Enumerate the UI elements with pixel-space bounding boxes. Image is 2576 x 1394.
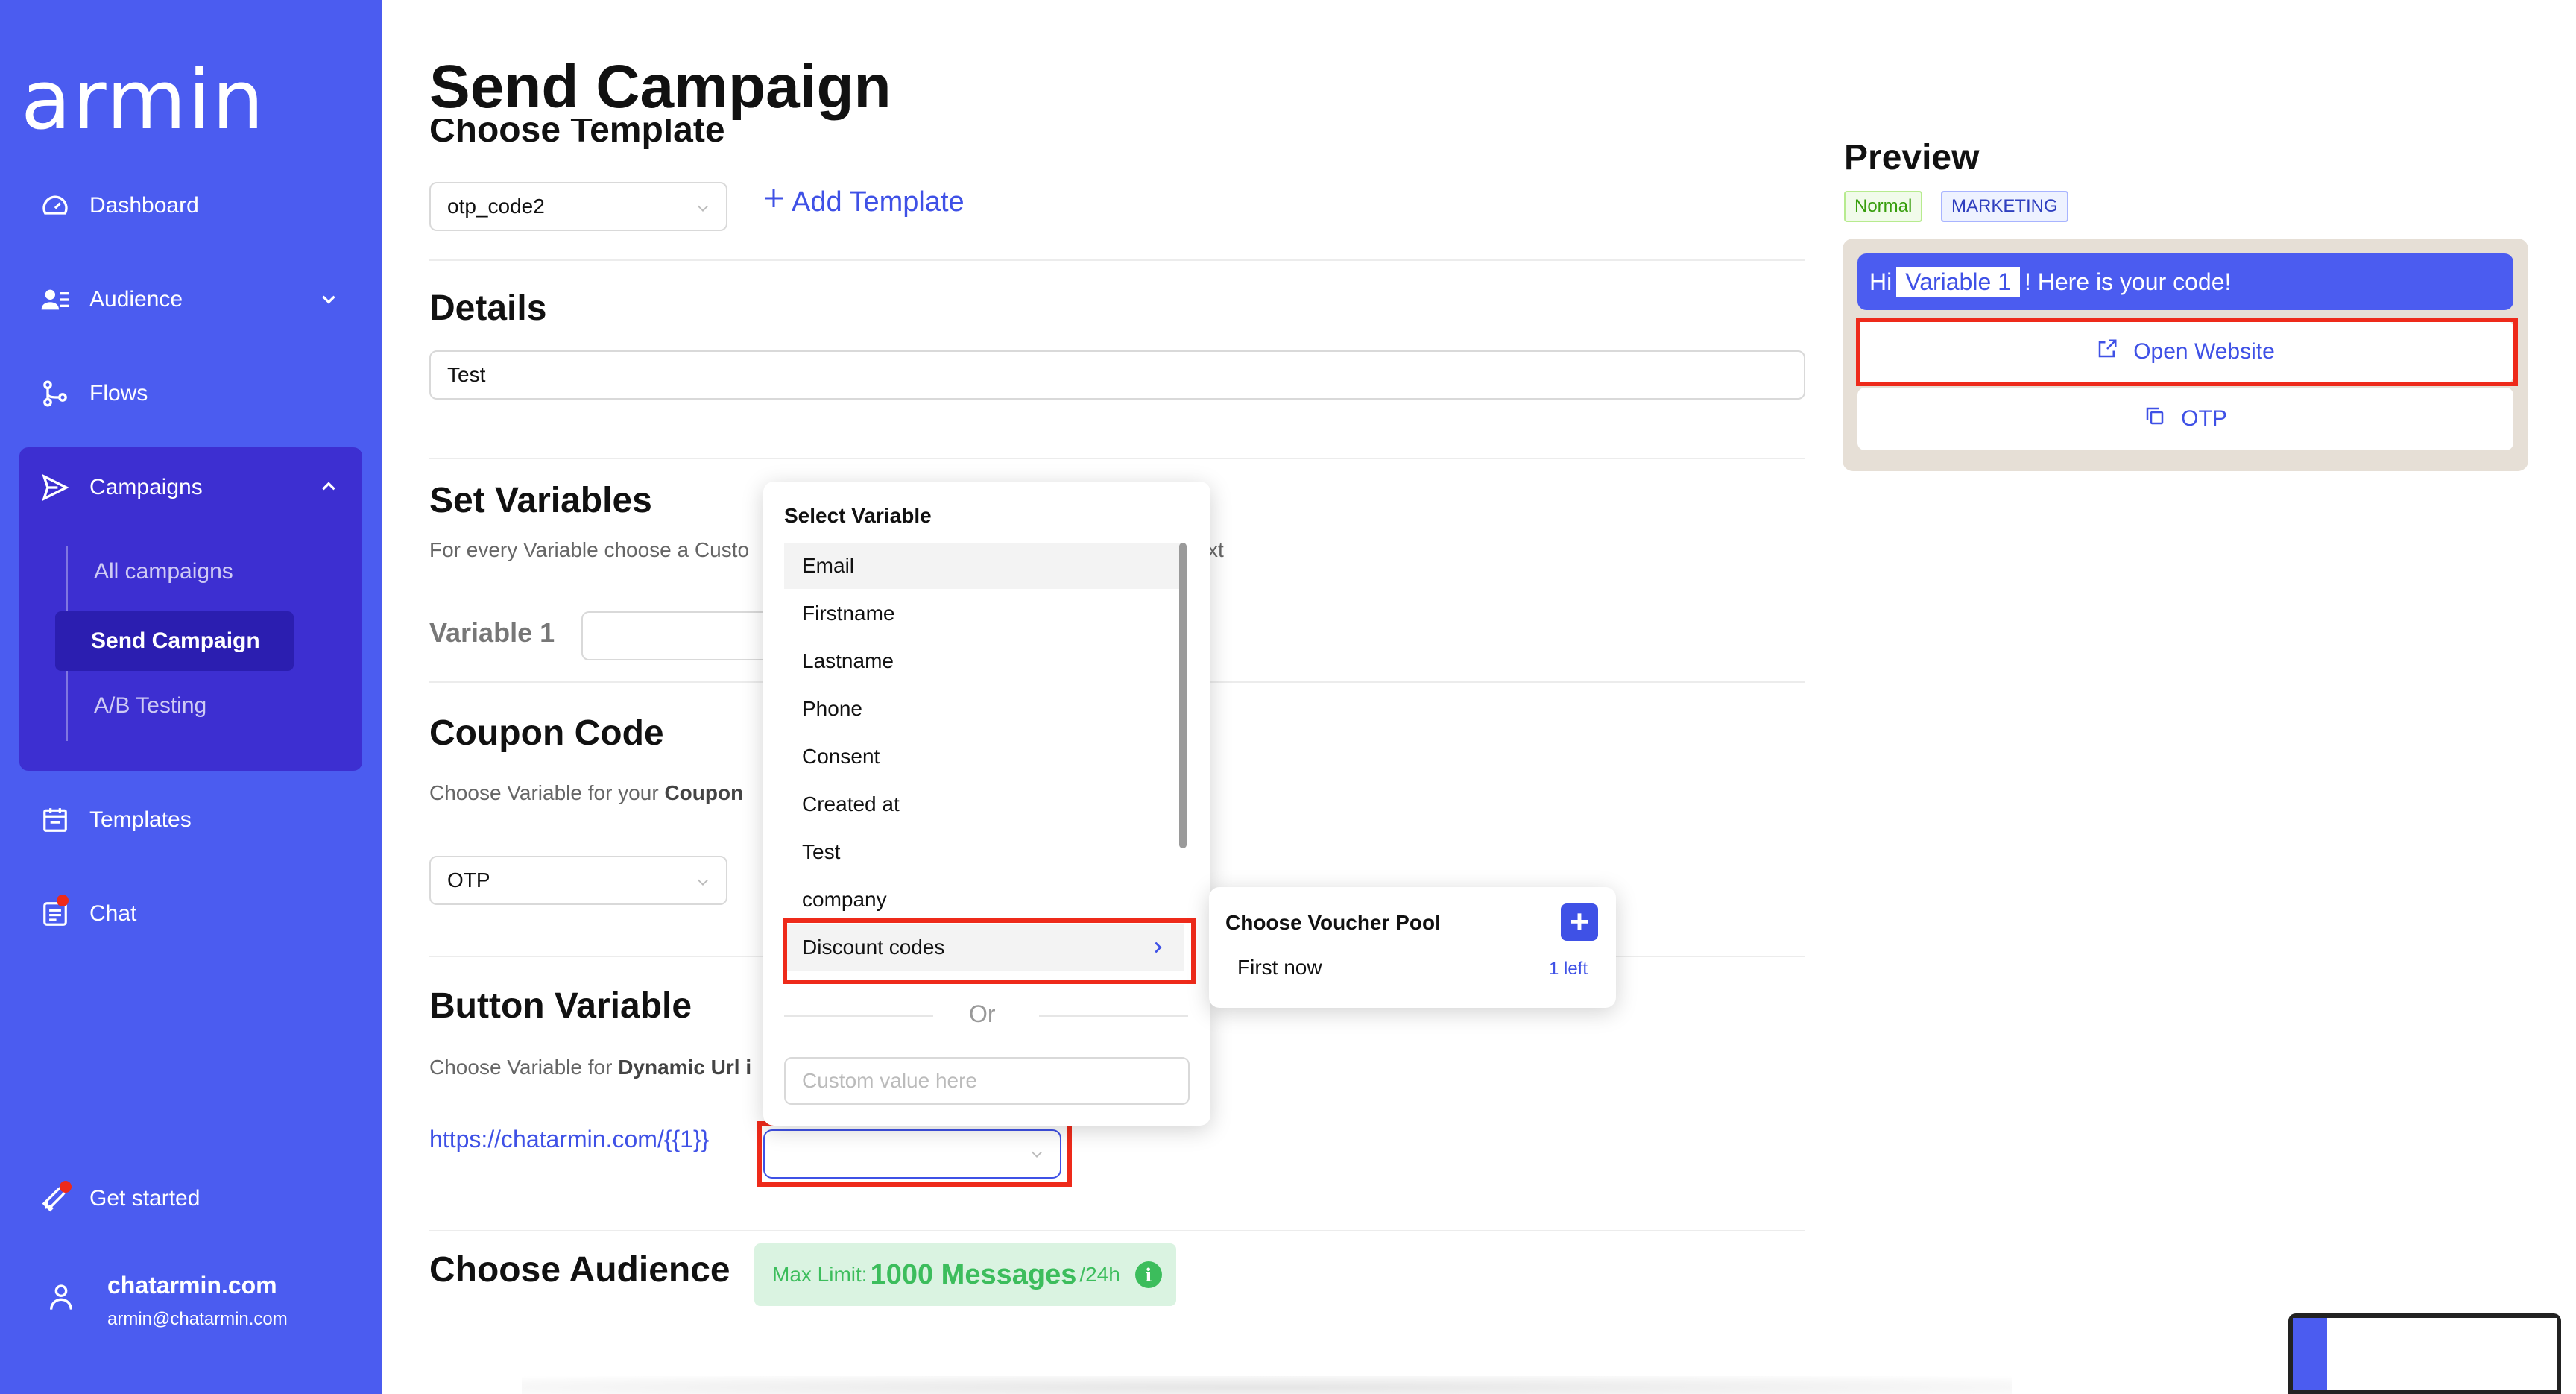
send-icon — [21, 452, 89, 523]
max-limit-badge: Max Limit: 1000 Messages /24h i — [754, 1243, 1176, 1306]
dropdown-scrollbar[interactable] — [1179, 543, 1187, 848]
sidebar-item-label: Dashboard — [89, 193, 199, 218]
section-button-variable: Button Variable — [429, 986, 692, 1026]
template-select-value: otp_code2 — [447, 195, 545, 218]
add-template-button[interactable]: Add Template — [760, 185, 965, 219]
select-variable-dropdown: Select Variable Email Firstname Lastname… — [763, 482, 1210, 1126]
section-coupon-code: Coupon Code — [429, 713, 664, 753]
sidebar-item-label: Chat — [89, 901, 137, 926]
campaigns-group: Campaigns All campaigns Send Campaign A/… — [19, 447, 362, 771]
sidebar-subitem-send-campaign[interactable]: Send Campaign — [55, 611, 294, 671]
voucher-pool-remaining: 1 left — [1548, 959, 1588, 979]
chevron-down-icon — [697, 879, 709, 886]
profile-email: armin@chatarmin.com — [107, 1309, 288, 1329]
highlight-box-open-website — [1856, 318, 2518, 386]
dropdown-option-phone[interactable]: Phone — [784, 686, 1184, 732]
highlight-box-button-variable — [757, 1121, 1072, 1187]
dropdown-option-company[interactable]: company — [784, 877, 1184, 923]
dropdown-option-created-at[interactable]: Created at — [784, 781, 1184, 827]
sidebar-item-audience[interactable]: Audience — [21, 264, 361, 335]
plus-icon — [760, 185, 787, 219]
highlight-box-discount-codes — [783, 918, 1196, 984]
tag-marketing: MARKETING — [1941, 191, 2068, 222]
button-variable-description: Choose Variable for Dynamic Url i — [429, 1056, 752, 1079]
info-icon[interactable]: i — [1134, 1261, 1162, 1288]
section-set-variables: Set Variables — [429, 481, 652, 520]
sidebar-item-label: Templates — [89, 807, 192, 832]
or-separator: Or — [969, 1000, 996, 1027]
set-variables-description: For every Variable choose a Custo — [429, 538, 750, 561]
screenshot-thumbnail[interactable] — [2288, 1313, 2561, 1394]
dropdown-option-email[interactable]: Email — [784, 543, 1184, 589]
sidebar-item-label: Get started — [89, 1186, 201, 1211]
flows-icon — [21, 358, 89, 429]
voucher-pool-title: Choose Voucher Pool — [1225, 911, 1441, 934]
divider — [784, 1015, 933, 1017]
section-choose-template: Choose Template — [429, 119, 725, 150]
chat-icon — [21, 878, 89, 950]
coupon-description: Choose Variable for your Coupon — [429, 781, 744, 804]
details-input[interactable]: Test — [429, 350, 1805, 400]
calendar-icon — [21, 784, 89, 856]
chevron-down-icon — [697, 205, 709, 212]
dropdown-option-lastname[interactable]: Lastname — [784, 638, 1184, 684]
sidebar-item-get-started[interactable]: Get started — [21, 1163, 361, 1234]
page-title: Send Campaign — [429, 53, 891, 121]
coupon-select[interactable]: OTP — [429, 856, 727, 905]
sidebar-item-chat[interactable]: Chat — [21, 878, 361, 950]
divider — [429, 259, 1805, 261]
profile-name[interactable]: chatarmin.com — [107, 1272, 277, 1299]
dropdown-option-consent[interactable]: Consent — [784, 734, 1184, 780]
sidebar-item-templates[interactable]: Templates — [21, 784, 361, 856]
divider — [1039, 1015, 1188, 1017]
gauge-icon — [21, 170, 89, 242]
preview-otp-button[interactable]: OTP — [1857, 388, 2513, 450]
dynamic-url-link[interactable]: https://chatarmin.com/{{1}} — [429, 1126, 709, 1153]
dropdown-option-test[interactable]: Test — [784, 829, 1184, 875]
chevron-up-icon — [322, 482, 335, 491]
sidebar-item-dashboard[interactable]: Dashboard — [21, 170, 361, 242]
bottom-shadow — [522, 1376, 2012, 1394]
coupon-select-value: OTP — [447, 868, 490, 892]
rocket-icon — [21, 1163, 89, 1234]
sidebar-subitem-ab-testing[interactable]: A/B Testing — [94, 693, 206, 719]
add-voucher-pool-button[interactable]: + — [1561, 903, 1598, 941]
user-icon — [46, 1281, 76, 1317]
copy-icon — [2144, 405, 2166, 433]
add-template-label: Add Template — [792, 186, 965, 218]
sidebar-item-flows[interactable]: Flows — [21, 358, 361, 429]
dropdown-title: Select Variable — [784, 504, 932, 527]
section-choose-audience: Choose Audience — [429, 1250, 730, 1290]
custom-value-input[interactable]: Custom value here — [784, 1057, 1190, 1105]
voucher-pool-item[interactable]: First now — [1237, 956, 1322, 980]
app-logo[interactable]: armin — [21, 52, 265, 148]
sidebar-item-label: Campaigns — [89, 475, 203, 499]
section-details: Details — [429, 288, 547, 328]
chevron-down-icon — [322, 295, 335, 304]
divider — [429, 458, 1805, 459]
sidebar: armin Dashboard Audience Flows Campaigns… — [0, 0, 382, 1394]
notification-dot — [60, 1181, 72, 1193]
variable-1-select[interactable] — [581, 611, 775, 660]
preview-message: Hi Variable 1 ! Here is your code! — [1857, 253, 2513, 310]
notification-dot — [57, 895, 69, 906]
preview-title: Preview — [1844, 138, 1980, 177]
dropdown-option-firstname[interactable]: Firstname — [784, 590, 1184, 637]
voucher-pool-popover: Choose Voucher Pool + First now 1 left — [1209, 887, 1616, 1008]
sidebar-subitem-all-campaigns[interactable]: All campaigns — [94, 559, 233, 584]
divider — [429, 1230, 1805, 1231]
variable-chip: Variable 1 — [1896, 266, 2020, 297]
sidebar-item-label: Audience — [89, 287, 183, 312]
sidebar-item-campaigns[interactable]: Campaigns — [21, 452, 361, 523]
tag-normal: Normal — [1844, 191, 1923, 222]
variable-1-label: Variable 1 — [429, 617, 555, 648]
template-select[interactable]: otp_code2 — [429, 182, 727, 231]
sidebar-item-label: Flows — [89, 381, 148, 406]
users-icon — [21, 264, 89, 335]
